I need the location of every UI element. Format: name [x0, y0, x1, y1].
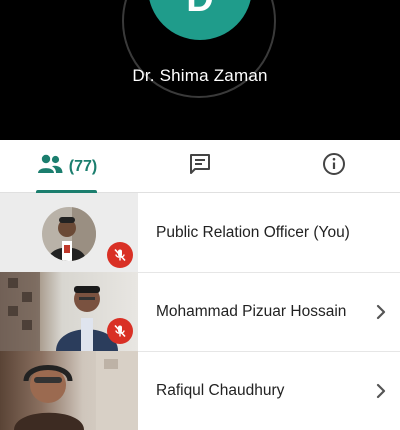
tab-info[interactable]: [304, 140, 364, 193]
tab-people[interactable]: (77): [30, 140, 104, 193]
chevron-right-icon[interactable]: [376, 272, 386, 351]
participant-video-tile: [0, 193, 138, 272]
active-speaker-area: D Dr. Shima Zaman: [0, 0, 400, 140]
speaker-name: Dr. Shima Zaman: [132, 66, 268, 85]
participant-video-tile: [0, 351, 138, 430]
participant-name: Rafiqul Chaudhury: [156, 381, 285, 399]
speaker-initial: D: [186, 0, 213, 18]
participant-name: Mohammad Pizuar Hossain: [156, 302, 347, 320]
mic-off-icon: [107, 242, 133, 268]
avatar: [42, 207, 96, 266]
chevron-right-icon[interactable]: [376, 351, 386, 430]
tab-chat[interactable]: [170, 140, 230, 193]
participant-row[interactable]: Rafiqul Chaudhury: [0, 351, 400, 430]
info-icon: [322, 152, 346, 181]
participant-video: [0, 351, 138, 430]
participant-name: Public Relation Officer (You): [156, 223, 350, 241]
participant-video-tile: [0, 272, 138, 351]
people-icon: [37, 154, 63, 179]
mic-off-icon: [107, 318, 133, 344]
participant-row[interactable]: Mohammad Pizuar Hossain: [0, 272, 400, 351]
chat-icon: [188, 152, 212, 181]
panel-tabs: (77): [0, 140, 400, 193]
participant-row[interactable]: Public Relation Officer (You): [0, 193, 400, 272]
people-count: (77): [68, 157, 98, 175]
